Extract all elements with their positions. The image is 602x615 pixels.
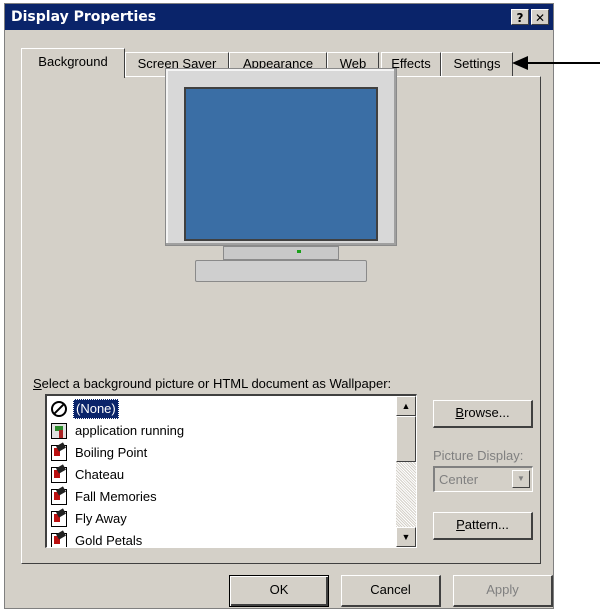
html-document-icon bbox=[51, 511, 67, 527]
tab-background[interactable]: Background bbox=[21, 48, 125, 78]
chevron-down-icon: ▼ bbox=[512, 470, 530, 488]
wallpaper-label: Select a background picture or HTML docu… bbox=[33, 376, 392, 391]
none-icon bbox=[51, 401, 67, 417]
picture-display-value: Center bbox=[439, 472, 479, 487]
title-bar[interactable]: Display Properties ? ✕ bbox=[5, 4, 553, 30]
power-led-icon bbox=[297, 250, 301, 253]
scroll-down-icon[interactable]: ▼ bbox=[396, 527, 416, 547]
cancel-button[interactable]: Cancel bbox=[341, 575, 441, 607]
browse-button[interactable]: Browse... bbox=[433, 400, 533, 428]
display-properties-dialog: Display Properties ? ✕ Background Screen… bbox=[4, 3, 554, 609]
monitor-stand-neck bbox=[223, 246, 339, 260]
scroll-thumb[interactable] bbox=[396, 416, 416, 462]
list-item[interactable]: Fly Away bbox=[49, 508, 393, 530]
html-document-icon bbox=[51, 489, 67, 505]
apply-button[interactable]: Apply bbox=[453, 575, 553, 607]
list-item[interactable]: Chateau bbox=[49, 464, 393, 486]
monitor-preview bbox=[165, 68, 397, 284]
html-document-icon bbox=[51, 445, 67, 461]
picture-display-label: Picture Display: bbox=[433, 448, 524, 463]
list-item[interactable]: Fall Memories bbox=[49, 486, 393, 508]
picture-display-select: Center ▼ bbox=[433, 466, 533, 492]
annotation-arrow-icon bbox=[512, 56, 600, 70]
list-item[interactable]: application running bbox=[49, 420, 393, 442]
list-item[interactable]: Boiling Point bbox=[49, 442, 393, 464]
list-item[interactable]: (None) bbox=[49, 398, 393, 420]
wallpaper-scrollbar[interactable]: ▲ ▼ bbox=[396, 396, 416, 547]
monitor-bezel bbox=[165, 68, 397, 246]
monitor-stand-base bbox=[195, 260, 367, 282]
monitor-screen bbox=[184, 87, 378, 241]
scroll-up-icon[interactable]: ▲ bbox=[396, 396, 416, 416]
help-button[interactable]: ? bbox=[511, 9, 529, 25]
list-item[interactable]: Gold Petals bbox=[49, 530, 393, 547]
html-document-icon bbox=[51, 533, 67, 547]
window-title: Display Properties bbox=[11, 9, 157, 25]
html-document-icon bbox=[51, 467, 67, 483]
pattern-button[interactable]: Pattern... bbox=[433, 512, 533, 540]
tab-settings[interactable]: Settings bbox=[441, 52, 513, 76]
close-button[interactable]: ✕ bbox=[531, 9, 549, 25]
application-icon bbox=[51, 423, 67, 439]
ok-button[interactable]: OK bbox=[229, 575, 329, 607]
wallpaper-listbox[interactable]: (None) application running Boiling Point… bbox=[45, 394, 417, 548]
